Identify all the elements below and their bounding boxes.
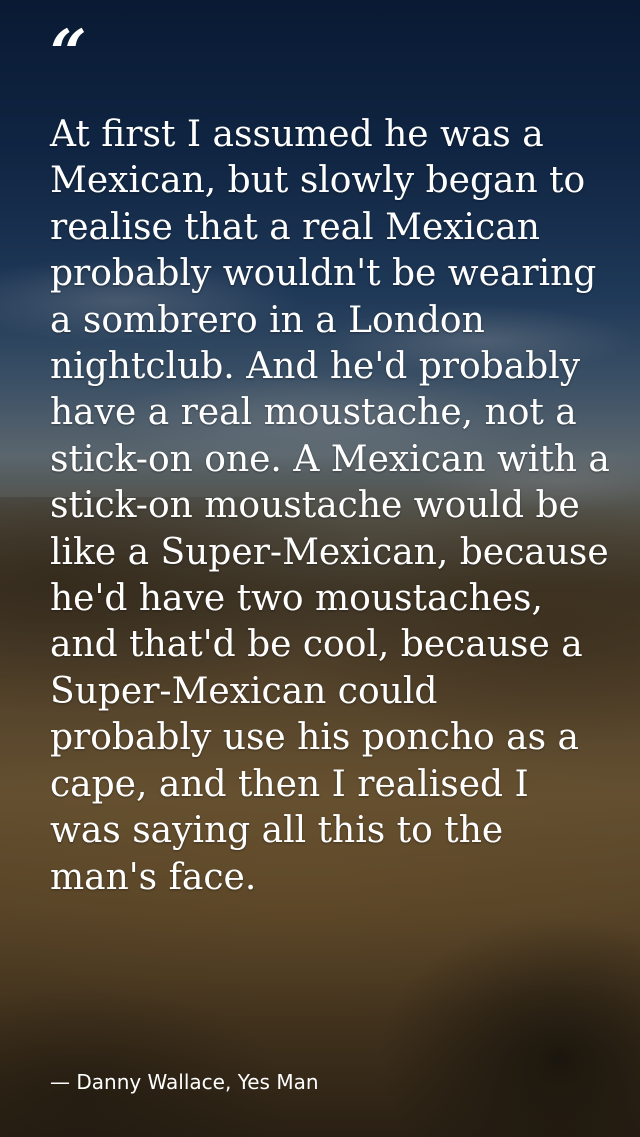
quote-text: At first I assumed he was a Mexican, but… [50,114,610,898]
quote-attribution: — Danny Wallace, Yes Man [50,1070,319,1094]
quote-mark-icon: “ [50,16,87,91]
